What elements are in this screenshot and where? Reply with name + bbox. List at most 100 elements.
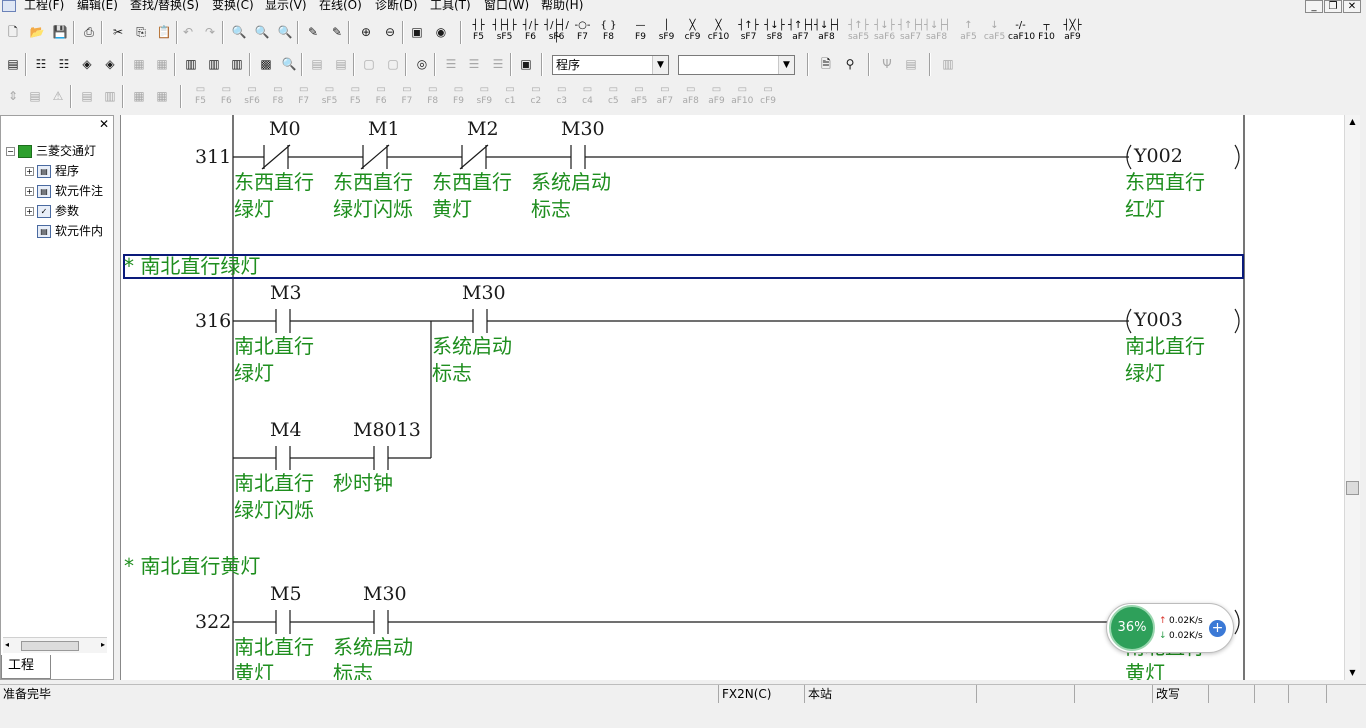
sfc-symbol-button[interactable]: ▭ F5: [343, 84, 368, 108]
sfc-symbol-button[interactable]: ▭ aF7: [652, 84, 677, 108]
print-icon[interactable]: ⎙: [78, 21, 100, 43]
step-jump-icon[interactable]: ▢: [358, 53, 380, 75]
tab-project[interactable]: 工程: [1, 655, 51, 679]
ladder-symbol-button[interactable]: ┤↑├┤ saF7: [898, 20, 924, 44]
minimize-icon[interactable]: _: [1305, 0, 1323, 13]
statement-icon[interactable]: ◈: [99, 53, 121, 75]
tree-item-device-comment[interactable]: + ▤ 软元件注: [25, 183, 103, 199]
find-device-icon[interactable]: 🔍: [228, 21, 250, 43]
sfc-symbol-button[interactable]: ▭ F5: [188, 84, 213, 108]
ladder-symbol-button[interactable]: -○- F7: [570, 20, 595, 44]
sfc-symbol-button[interactable]: ▭ F6: [369, 84, 394, 108]
menu-online[interactable]: 在线(O): [319, 0, 362, 12]
sfc-symbol-button[interactable]: ▭ c2: [523, 84, 548, 108]
contact-device[interactable]: M5: [270, 583, 302, 605]
ladder-symbol-button[interactable]: ┤├ F5: [466, 20, 491, 44]
ladder-symbol-button[interactable]: { } F8: [596, 20, 621, 44]
sfc-symbol-button[interactable]: ▭ sF5: [317, 84, 342, 108]
sfc-symbol-button[interactable]: ▭ aF5: [627, 84, 652, 108]
copy-icon[interactable]: ⎘: [130, 21, 152, 43]
coil-device[interactable]: Y003: [1134, 309, 1183, 331]
expand-icon[interactable]: +: [25, 207, 34, 216]
menu-view[interactable]: 显示(V): [265, 0, 307, 12]
menu-help[interactable]: 帮助(H): [541, 0, 583, 12]
sfc-symbol-button[interactable]: ▭ c4: [575, 84, 600, 108]
statement[interactable]: * 南北直行绿灯: [124, 254, 260, 278]
sfc-symbol-button[interactable]: ▭ F8: [420, 84, 445, 108]
convert-all-icon[interactable]: ▥: [203, 53, 225, 75]
menu-tools[interactable]: 工具(T): [430, 0, 471, 12]
read-mode-icon[interactable]: ▢: [382, 53, 404, 75]
sfc-symbol-button[interactable]: ▭ F9: [446, 84, 471, 108]
ladder-symbol-button[interactable]: ┤↑├ sF7: [736, 20, 761, 44]
ladder-symbol-button[interactable]: ┬ F10: [1034, 20, 1059, 44]
ladder-symbol-button[interactable]: ┤↓├┤ saF8: [924, 20, 950, 44]
expand-icon[interactable]: +: [25, 187, 34, 196]
sfc-symbol-button[interactable]: ▭ F6: [214, 84, 239, 108]
error-icon[interactable]: ⚠: [47, 85, 69, 107]
menu-project[interactable]: 工程(F): [24, 0, 64, 12]
menu-find-replace[interactable]: 查找/替换(S): [130, 0, 199, 12]
paste-icon[interactable]: 📋: [153, 21, 175, 43]
sfc-symbol-button[interactable]: ▭ aF8: [678, 84, 703, 108]
menu-diagnostics[interactable]: 诊断(D): [375, 0, 418, 12]
menu-convert[interactable]: 变换(C): [212, 0, 254, 12]
close-icon[interactable]: ✕: [1343, 0, 1361, 13]
table-icon[interactable]: ▥: [937, 53, 959, 75]
ladder-symbol-button[interactable]: ╳ cF9: [680, 20, 705, 44]
restore-icon[interactable]: ❐: [1324, 0, 1342, 13]
convert-icon[interactable]: ▥: [180, 53, 202, 75]
plus-icon[interactable]: +: [1209, 620, 1226, 637]
ladder-editor[interactable]: 311 M0 M1 M2 M30 东西直行 绿灯 东西直行 绿灯闪烁 东西直行 …: [120, 115, 1360, 680]
write-plc-icon[interactable]: ▤: [306, 53, 328, 75]
sfc-jump-icon[interactable]: ▥: [99, 85, 121, 107]
tree-item-device-memory[interactable]: ▤ 软元件内: [37, 223, 103, 239]
comment-mode-icon[interactable]: ✎: [326, 21, 348, 43]
scroll-left-icon[interactable]: ◂: [5, 640, 9, 649]
contact-device[interactable]: M3: [270, 282, 302, 304]
sfc-transfer-icon[interactable]: ▦: [151, 85, 173, 107]
contact-device[interactable]: M30: [363, 583, 407, 605]
plc-read-icon[interactable]: ▤: [2, 53, 24, 75]
menu-edit[interactable]: 编辑(E): [77, 0, 118, 12]
secondary-select[interactable]: ▼: [678, 55, 795, 75]
ladder-scrollbar[interactable]: ▲ ▼: [1344, 115, 1360, 680]
convert-online-icon[interactable]: ▥: [226, 53, 248, 75]
coil-device[interactable]: Y002: [1134, 145, 1183, 167]
sfc-grid-icon[interactable]: ▦: [128, 85, 150, 107]
zoom-in-icon[interactable]: ⊕: [355, 21, 377, 43]
chevron-down-icon[interactable]: ▼: [652, 56, 668, 74]
app-icon[interactable]: [2, 0, 16, 12]
ladder-symbol-button[interactable]: ↓ caF5: [982, 20, 1007, 44]
network-speed-widget[interactable]: 36% ↑ 0.02K/s ↓ 0.02K/s +: [1106, 603, 1234, 653]
sfc-block-icon[interactable]: ▤: [24, 85, 46, 107]
cut-icon[interactable]: ✂: [107, 21, 129, 43]
tree-icon[interactable]: ⚲: [839, 53, 861, 75]
scroll-up-icon[interactable]: ▲: [1345, 115, 1360, 129]
sfc-symbol-button[interactable]: ▭ F7: [291, 84, 316, 108]
ladder-symbol-button[interactable]: │ sF9: [654, 20, 679, 44]
contact-device[interactable]: M30: [462, 282, 506, 304]
filter-icon[interactable]: Ψ: [876, 53, 898, 75]
list-mode-2-icon[interactable]: ☰: [463, 53, 485, 75]
sfc-step-icon[interactable]: ⇕: [2, 85, 24, 107]
scroll-right-icon[interactable]: ▸: [101, 640, 105, 649]
comment-write-icon[interactable]: ✎: [302, 21, 324, 43]
contact-device[interactable]: M0: [269, 118, 301, 140]
close-icon[interactable]: ✕: [98, 118, 110, 130]
tree-item-program[interactable]: + ▤ 程序: [25, 163, 79, 179]
scrollbar-thumb[interactable]: [1346, 481, 1359, 495]
chevron-down-icon[interactable]: ▼: [778, 56, 794, 74]
contact-device[interactable]: M30: [561, 118, 605, 140]
entry-monitor-icon[interactable]: ◎: [411, 53, 433, 75]
sfc-symbol-button[interactable]: ▭ F7: [394, 84, 419, 108]
list-mode-icon[interactable]: ☰: [440, 53, 462, 75]
contact-device[interactable]: M8013: [353, 419, 421, 441]
device-comment-icon[interactable]: ◈: [76, 53, 98, 75]
device-memory-icon[interactable]: ▩: [255, 53, 277, 75]
scroll-down-icon[interactable]: ▼: [1345, 666, 1360, 680]
ladder-symbol-button[interactable]: ╳ cF10: [706, 20, 731, 44]
scrollbar-thumb[interactable]: [21, 641, 79, 651]
ladder-symbol-button[interactable]: ↑ aF5: [956, 20, 981, 44]
ladder-symbol-button[interactable]: ┤↓├ sF8: [762, 20, 787, 44]
